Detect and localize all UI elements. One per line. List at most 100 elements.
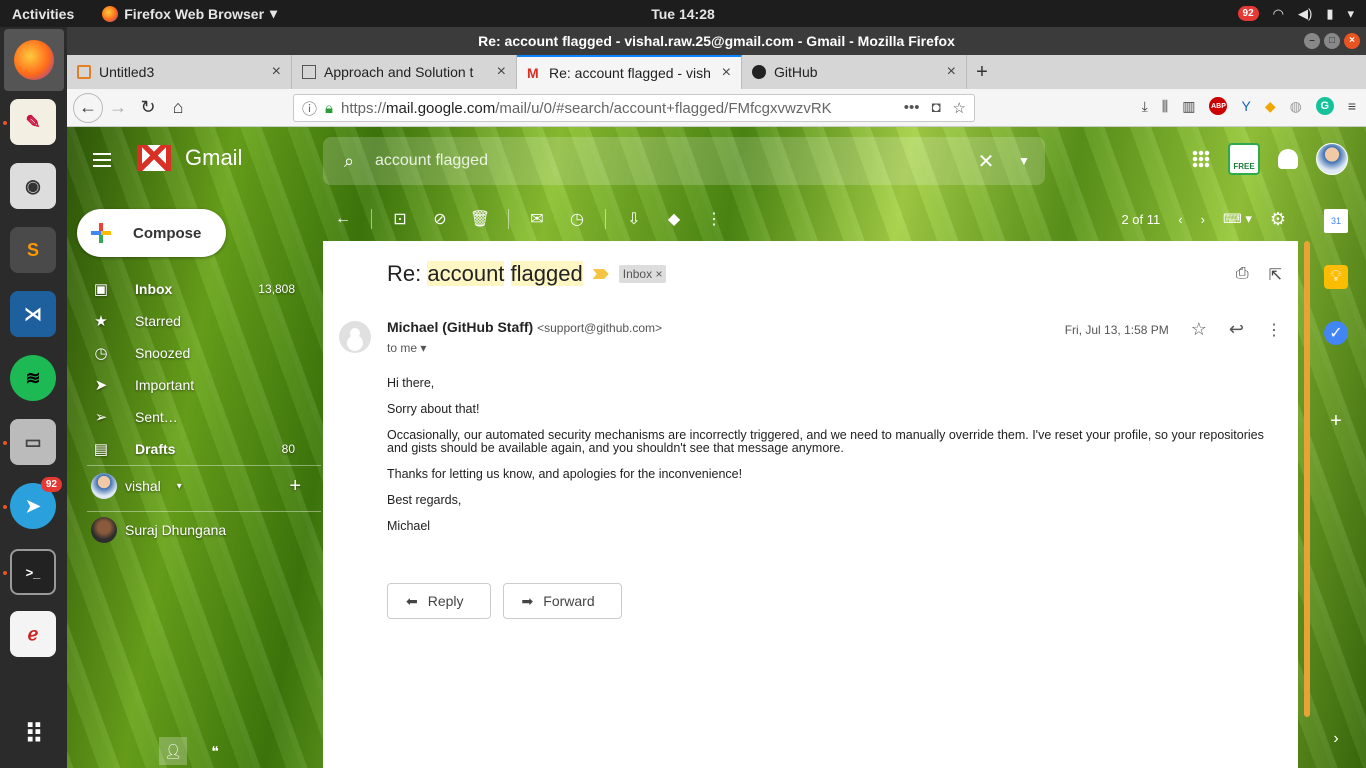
delete-icon[interactable]: 🗑︎ bbox=[460, 199, 500, 239]
pocket-icon[interactable]: ◘ bbox=[931, 99, 940, 117]
page-actions-icon[interactable]: ••• bbox=[904, 99, 920, 117]
search-icon[interactable]: ⌕ bbox=[323, 151, 375, 172]
forward-button[interactable]: ➡ Forward bbox=[502, 583, 622, 619]
globe-icon[interactable]: ◍ bbox=[1290, 98, 1302, 115]
tab-gmail[interactable]: M Re: account flagged - vish × bbox=[517, 55, 742, 89]
dock-spotify[interactable]: ≋ bbox=[10, 355, 56, 401]
account-avatar[interactable] bbox=[1316, 143, 1348, 175]
close-tab-icon[interactable]: × bbox=[272, 63, 281, 81]
maximize-button[interactable]: □ bbox=[1324, 33, 1340, 49]
sidebar-item-sent[interactable]: ➢ Sent… bbox=[67, 401, 307, 433]
minimize-button[interactable]: – bbox=[1304, 33, 1320, 49]
reload-button[interactable]: ↻ bbox=[133, 93, 163, 123]
more-icon[interactable]: ⋮ bbox=[694, 199, 734, 239]
snooze-icon[interactable]: ◷ bbox=[557, 199, 597, 239]
chevron-down-icon[interactable]: ▾ bbox=[177, 481, 182, 492]
app-menu[interactable]: Firefox Web Browser ▾ bbox=[102, 5, 277, 22]
adblock-icon[interactable]: ABP bbox=[1209, 97, 1228, 115]
extension-y-icon[interactable]: Y bbox=[1241, 98, 1250, 114]
hangouts-user[interactable]: vishal ▾ + bbox=[91, 473, 301, 499]
notifications-bell-icon[interactable] bbox=[1278, 149, 1298, 169]
sidebar-item-important[interactable]: ➤ Important bbox=[67, 369, 307, 401]
dock-sublime[interactable]: S bbox=[10, 227, 56, 273]
sidebar-item-starred[interactable]: ★ Starred bbox=[67, 305, 307, 337]
hangouts-icon[interactable]: ❝ bbox=[201, 737, 229, 765]
dock-vscode[interactable]: ⋊ bbox=[10, 291, 56, 337]
label-chip[interactable]: Inbox × bbox=[618, 265, 667, 283]
menu-icon[interactable]: ≡ bbox=[1348, 98, 1356, 114]
tab-untitled3[interactable]: Untitled3 × bbox=[67, 55, 292, 89]
search-bar[interactable]: ⌕ account flagged ✕ ▼ bbox=[323, 137, 1045, 185]
mark-unread-icon[interactable]: ✉ bbox=[517, 199, 557, 239]
chevron-right-icon[interactable]: › bbox=[1324, 727, 1348, 751]
reply-icon[interactable]: ↩ bbox=[1229, 319, 1244, 340]
grammarly-icon[interactable]: G bbox=[1315, 97, 1334, 115]
report-spam-icon[interactable]: ⊘ bbox=[420, 199, 460, 239]
calendar-icon[interactable]: 31 bbox=[1324, 209, 1348, 233]
sidebar-item-inbox[interactable]: ▣ Inbox 13,808 bbox=[67, 273, 307, 305]
search-input[interactable]: account flagged bbox=[375, 152, 969, 170]
print-icon[interactable]: ⎙ bbox=[1236, 265, 1249, 285]
open-new-window-icon[interactable]: ⇱ bbox=[1269, 265, 1282, 285]
home-button[interactable]: ⌂ bbox=[163, 93, 193, 123]
add-contact-icon[interactable]: + bbox=[289, 475, 301, 498]
star-icon[interactable]: ☆ bbox=[1191, 319, 1207, 340]
close-window-button[interactable]: × bbox=[1344, 33, 1360, 49]
info-icon[interactable]: ⓘ bbox=[302, 98, 317, 119]
sidebar-item-snoozed[interactable]: ◷ Snoozed bbox=[67, 337, 307, 369]
chevron-right-icon[interactable]: › bbox=[1201, 212, 1205, 227]
add-on-plus-icon[interactable]: + bbox=[1324, 409, 1348, 433]
close-tab-icon[interactable]: × bbox=[497, 63, 506, 81]
close-tab-icon[interactable]: × bbox=[722, 64, 731, 82]
remove-label-icon[interactable]: × bbox=[655, 267, 662, 281]
sidebar-item-drafts[interactable]: ▤ Drafts 80 bbox=[67, 433, 307, 465]
more-options-icon[interactable]: ⋮ bbox=[1266, 320, 1282, 340]
library-icon[interactable]: ⫼ bbox=[1162, 98, 1168, 115]
move-to-icon[interactable]: ⇩ bbox=[614, 199, 654, 239]
person-icon[interactable]: 👤︎ bbox=[159, 737, 187, 765]
settings-gear-icon[interactable]: ⚙ bbox=[1270, 209, 1298, 230]
sidebar-icon[interactable]: ▥ bbox=[1182, 98, 1195, 115]
dock-firefox[interactable] bbox=[4, 29, 64, 91]
google-apps-icon[interactable] bbox=[1192, 150, 1210, 168]
chevron-left-icon[interactable]: ‹ bbox=[1178, 212, 1182, 227]
dock-text-editor[interactable]: ✎ bbox=[10, 99, 56, 145]
shield-icon[interactable]: ◆ bbox=[1265, 98, 1276, 115]
tasks-icon[interactable]: ✓ bbox=[1324, 321, 1348, 345]
dock-terminal[interactable]: >_ bbox=[10, 549, 56, 595]
free-extension-badge[interactable]: FREE bbox=[1228, 143, 1260, 175]
compose-button[interactable]: Compose bbox=[77, 209, 226, 257]
gmail-logo[interactable]: Gmail bbox=[137, 145, 242, 171]
label-icon[interactable]: ◆ bbox=[654, 199, 694, 239]
dock-files[interactable]: ▭ bbox=[10, 419, 56, 465]
keyboard-icon[interactable]: ⌨ ▾ bbox=[1223, 211, 1252, 227]
tab-approach[interactable]: Approach and Solution t × bbox=[292, 55, 517, 89]
important-marker-icon[interactable] bbox=[592, 269, 609, 279]
notification-badge[interactable]: 92 bbox=[1237, 6, 1259, 21]
archive-icon[interactable]: ⊡ bbox=[380, 199, 420, 239]
recipient-line[interactable]: to me ▾ bbox=[387, 341, 426, 355]
download-icon[interactable]: ⤓ bbox=[1142, 98, 1148, 115]
main-menu-icon[interactable] bbox=[93, 153, 111, 167]
new-tab-button[interactable]: + bbox=[967, 55, 997, 89]
back-arrow-icon[interactable]: ← bbox=[323, 199, 363, 239]
keep-icon[interactable]: 💡︎ bbox=[1324, 265, 1348, 289]
chevron-down-icon[interactable]: ▾ bbox=[420, 341, 426, 355]
forward-button[interactable]: → bbox=[103, 93, 133, 123]
bookmark-star-icon[interactable]: ☆ bbox=[953, 99, 966, 117]
close-tab-icon[interactable]: × bbox=[947, 63, 956, 81]
dock-rhythmbox[interactable]: ◉ bbox=[10, 163, 56, 209]
system-tray[interactable]: 92 ◠ ◀) ▮ ▾ bbox=[1237, 6, 1354, 22]
clock[interactable]: Tue 14:28 bbox=[651, 6, 715, 22]
activities-button[interactable]: Activities bbox=[0, 6, 86, 22]
tab-github[interactable]: GitHub × bbox=[742, 55, 967, 89]
back-button[interactable]: ← bbox=[73, 92, 103, 123]
url-bar[interactable]: ⓘ 🔒︎ https://mail.google.com/mail/u/0/#s… bbox=[293, 94, 975, 122]
dock-document-viewer[interactable]: ℯ bbox=[10, 611, 56, 657]
reply-button[interactable]: ⬅ Reply bbox=[387, 583, 491, 619]
dock-telegram[interactable]: ➤ 92 bbox=[10, 477, 62, 529]
clear-search-icon[interactable]: ✕ bbox=[969, 149, 1003, 174]
show-applications-button[interactable]: ⠿ bbox=[10, 711, 56, 757]
contact-row[interactable]: Suraj Dhungana bbox=[91, 517, 226, 543]
search-options-icon[interactable]: ▼ bbox=[1003, 154, 1045, 168]
